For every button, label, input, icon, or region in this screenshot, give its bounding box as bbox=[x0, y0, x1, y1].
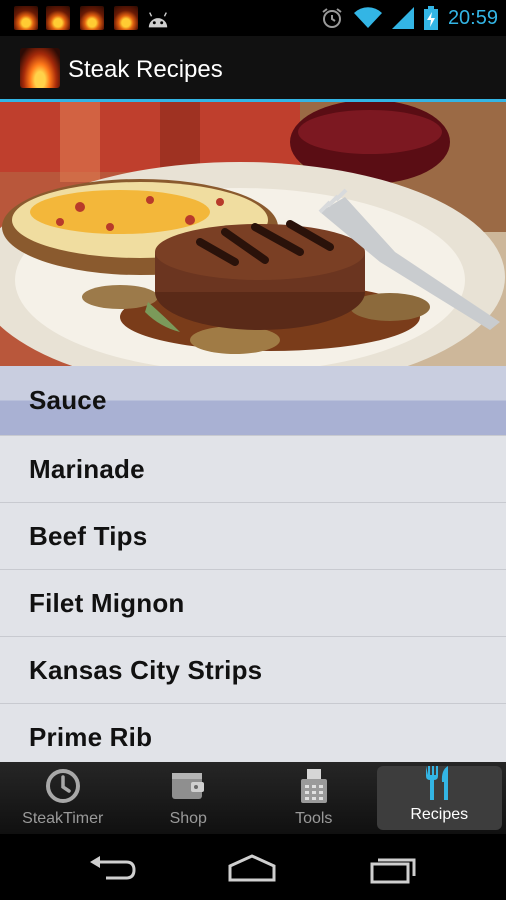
android-icon bbox=[148, 12, 168, 28]
recent-apps-icon[interactable] bbox=[366, 852, 422, 884]
steak-dinner-photo bbox=[0, 102, 506, 366]
list-item-label: Filet Mignon bbox=[29, 587, 185, 618]
list-item-label: Prime Rib bbox=[29, 721, 153, 752]
list-item-beef-tips[interactable]: Beef Tips bbox=[0, 503, 506, 570]
fork-knife-icon bbox=[426, 766, 449, 800]
steak-notification-icon bbox=[46, 6, 70, 30]
tab-tools[interactable]: Tools bbox=[251, 762, 377, 834]
app-title: Steak Recipes bbox=[68, 56, 223, 83]
navigation-bar bbox=[0, 834, 506, 900]
tab-label: SteakTimer bbox=[22, 810, 104, 827]
list-item-label: Sauce bbox=[29, 385, 107, 415]
list-item-label: Marinade bbox=[29, 453, 145, 484]
wallet-icon bbox=[172, 773, 205, 799]
app-logo-icon[interactable] bbox=[20, 48, 60, 88]
signal-icon bbox=[391, 7, 414, 29]
back-icon[interactable] bbox=[86, 852, 142, 884]
steak-notification-icon bbox=[80, 6, 104, 30]
list-item-sauce[interactable]: Sauce bbox=[0, 366, 506, 436]
alarm-icon bbox=[322, 8, 342, 28]
fax-icon bbox=[300, 769, 327, 803]
hero-image bbox=[0, 102, 506, 366]
clock-icon bbox=[45, 769, 80, 803]
tab-recipes[interactable]: Recipes bbox=[376, 766, 502, 830]
tab-label: Shop bbox=[169, 810, 207, 827]
status-clock: 20:59 bbox=[447, 6, 498, 29]
action-bar: Steak Recipes bbox=[0, 36, 506, 102]
wifi-icon bbox=[353, 7, 382, 29]
battery-charging-icon bbox=[423, 6, 438, 30]
steak-notification-icon bbox=[114, 6, 138, 30]
list-item-label: Kansas City Strips bbox=[29, 654, 263, 685]
list-item-label: Beef Tips bbox=[29, 520, 148, 551]
steak-notification-icon bbox=[14, 6, 38, 30]
tab-bar: SteakTimer Shop Tools Recipes bbox=[0, 762, 506, 834]
status-bar: 20:59 bbox=[0, 0, 506, 36]
recipe-list: Sauce Marinade Beef Tips Filet Mignon Ka… bbox=[0, 366, 506, 762]
list-item-marinade[interactable]: Marinade bbox=[0, 436, 506, 503]
tab-steaktimer[interactable]: SteakTimer bbox=[0, 762, 126, 834]
list-item-kansas-city-strips[interactable]: Kansas City Strips bbox=[0, 637, 506, 704]
tab-label: Tools bbox=[295, 810, 333, 827]
tab-shop[interactable]: Shop bbox=[126, 762, 252, 834]
home-icon[interactable] bbox=[224, 852, 280, 884]
list-item-filet-mignon[interactable]: Filet Mignon bbox=[0, 570, 506, 637]
list-item-prime-rib[interactable]: Prime Rib bbox=[0, 704, 506, 762]
tab-label: Recipes bbox=[410, 806, 469, 823]
